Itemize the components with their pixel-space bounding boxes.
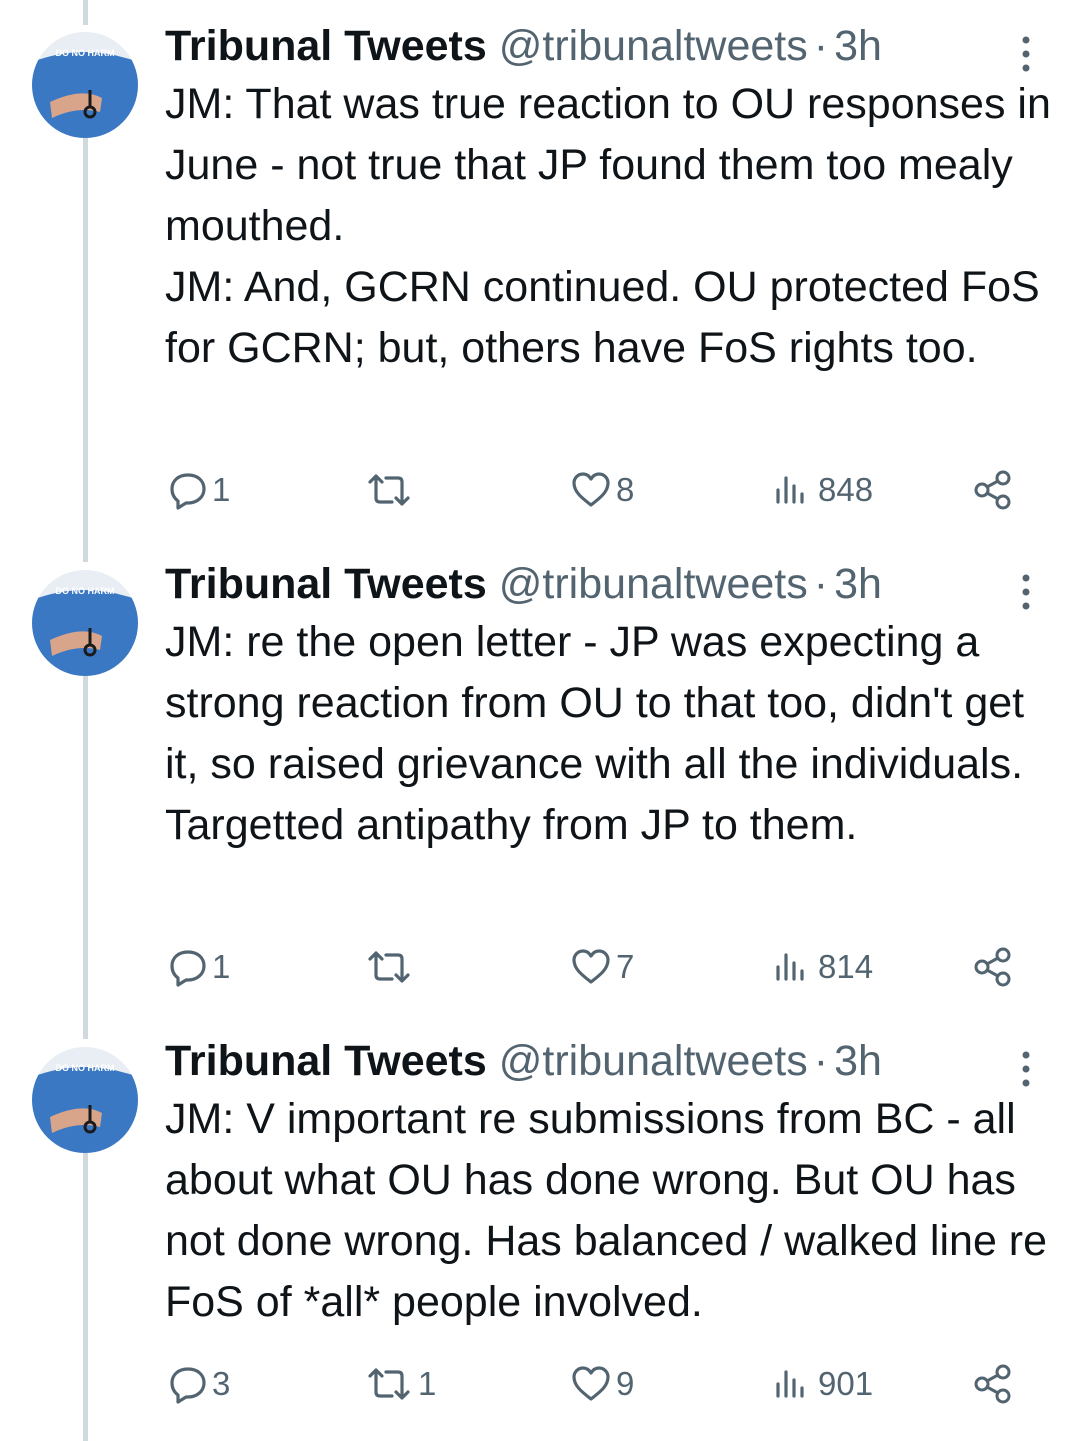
reply-button[interactable]: 1 [168,466,230,514]
share-button[interactable] [972,466,1014,514]
timestamp[interactable]: 3h [834,22,882,71]
view-count: 901 [818,1365,874,1402]
like-count: 8 [616,471,635,508]
like-button[interactable]: 8 [570,466,634,514]
tweet-header: Tribunal Tweets @tribunaltweets · 3h [165,22,882,82]
retweet-icon [364,470,414,510]
views-icon [774,470,814,510]
like-button[interactable]: 9 [570,1360,634,1408]
timestamp[interactable]: 3h [834,560,882,609]
views-icon [774,947,814,987]
retweet-button[interactable]: 1 [364,1360,436,1408]
reply-icon [168,1364,208,1404]
avatar[interactable]: DO NO HARM [32,32,138,138]
more-options-icon[interactable] [1015,572,1037,612]
views-button[interactable]: 848 [774,466,873,514]
reply-count: 3 [212,1365,231,1402]
reply-button[interactable]: 1 [168,943,230,991]
reply-count: 1 [212,948,231,985]
avatar-badge-text: DO NO HARM [56,48,115,58]
tweet-text: JM: re the open letter - JP was expectin… [165,618,1025,849]
avatar[interactable]: DO NO HARM [32,1047,138,1153]
tweet[interactable]: DO NO HARM Tribunal Tweets @tribunaltwee… [0,560,1079,1030]
display-name[interactable]: Tribunal Tweets [165,22,487,71]
share-icon [972,1363,1014,1405]
handle[interactable]: @tribunaltweets [499,22,808,71]
like-count: 7 [616,948,635,985]
timestamp[interactable]: 3h [834,1037,882,1086]
like-icon [570,947,612,987]
separator: · [813,22,829,70]
share-icon [972,469,1014,511]
retweet-count: 1 [418,1365,437,1402]
retweet-button[interactable] [364,466,418,514]
tweet-header: Tribunal Tweets @tribunaltweets · 3h [165,560,882,620]
handle[interactable]: @tribunaltweets [499,560,808,609]
share-button[interactable] [972,943,1014,991]
share-button[interactable] [972,1360,1014,1408]
like-count: 9 [616,1365,635,1402]
reply-button[interactable]: 3 [168,1360,230,1408]
reply-count: 1 [212,471,231,508]
separator: · [813,560,829,608]
more-options-icon[interactable] [1015,34,1037,74]
more-options-icon[interactable] [1015,1049,1037,1089]
view-count: 848 [818,471,874,508]
tweet-header: Tribunal Tweets @tribunaltweets · 3h [165,1037,882,1097]
tweet[interactable]: DO NO HARM Tribunal Tweets @tribunaltwee… [0,22,1079,522]
like-icon [570,1364,612,1404]
tweet[interactable]: DO NO HARM Tribunal Tweets @tribunaltwee… [0,1037,1079,1441]
views-icon [774,1364,814,1404]
separator: · [813,1037,829,1085]
avatar-badge-text: DO NO HARM [56,1063,115,1073]
like-button[interactable]: 7 [570,943,634,991]
display-name[interactable]: Tribunal Tweets [165,560,487,609]
avatar-badge-text: DO NO HARM [56,586,115,596]
retweet-icon [364,947,414,987]
view-count: 814 [818,948,874,985]
reply-icon [168,470,208,510]
tweet-text: JM: That was true reaction to OU respons… [165,80,1051,372]
retweet-icon [364,1364,414,1404]
like-icon [570,470,612,510]
views-button[interactable]: 901 [774,1360,873,1408]
display-name[interactable]: Tribunal Tweets [165,1037,487,1086]
views-button[interactable]: 814 [774,943,873,991]
avatar[interactable]: DO NO HARM [32,570,138,676]
retweet-button[interactable] [364,943,418,991]
tweet-text: JM: V important re submissions from BC -… [165,1095,1048,1326]
handle[interactable]: @tribunaltweets [499,1037,808,1086]
share-icon [972,946,1014,988]
reply-icon [168,947,208,987]
